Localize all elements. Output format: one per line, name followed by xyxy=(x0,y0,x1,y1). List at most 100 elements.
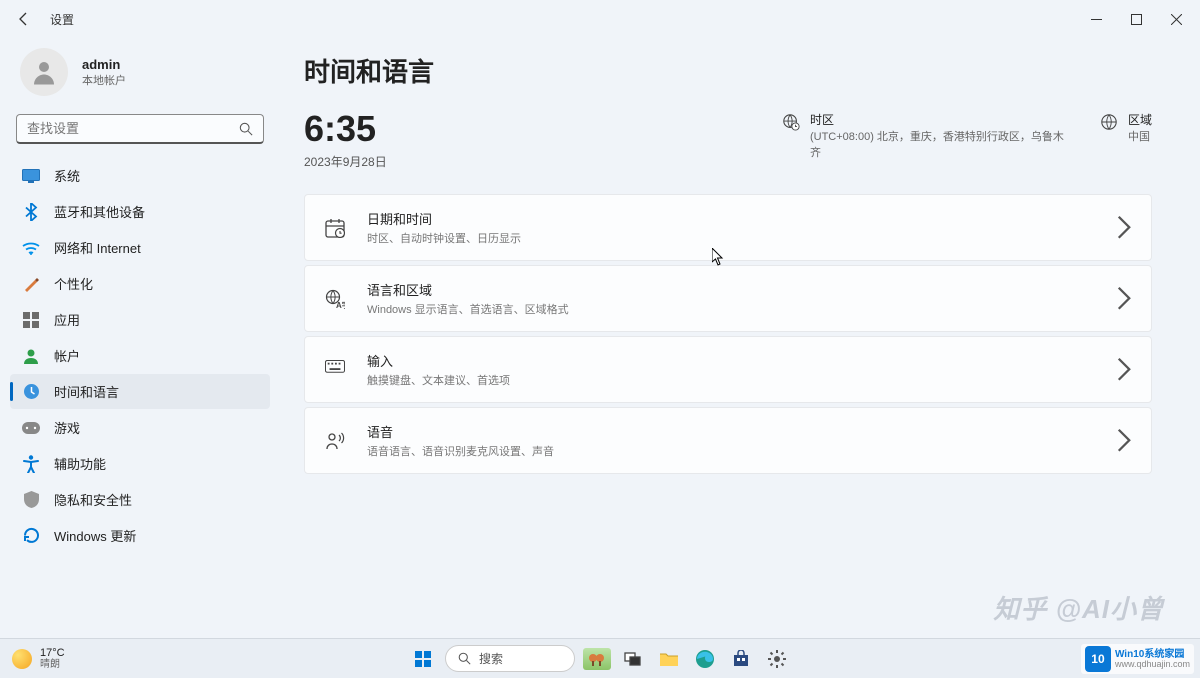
folder-icon xyxy=(659,650,679,668)
sun-icon xyxy=(12,649,32,669)
sidebar-item-network[interactable]: 网络和 Internet xyxy=(10,230,270,265)
sidebar-item-accessibility[interactable]: 辅助功能 xyxy=(10,446,270,481)
titlebar: 设置 xyxy=(0,0,1200,38)
card-title: 输入 xyxy=(367,351,1095,370)
apps-icon xyxy=(22,311,40,329)
card-date-time[interactable]: 日期和时间 时区、自动时钟设置、日历显示 xyxy=(304,194,1152,261)
card-speech[interactable]: 语音 语音语言、语音识别麦克风设置、声音 xyxy=(304,407,1152,474)
settings-button[interactable] xyxy=(763,645,791,673)
sidebar: admin 本地帐户 系统蓝牙和其他设备网络和 Internet 个性化应用帐户时… xyxy=(0,38,280,638)
sidebar-item-label: 应用 xyxy=(54,310,80,329)
accessibility-icon xyxy=(22,455,40,473)
sidebar-item-label: 网络和 Internet xyxy=(54,238,141,257)
page-title: 时间和语言 xyxy=(304,52,1152,89)
close-icon xyxy=(1171,14,1182,25)
sidebar-item-label: Windows 更新 xyxy=(54,526,136,545)
system-icon xyxy=(22,167,40,185)
card-typing[interactable]: 输入 触摸键盘、文本建议、首选项 xyxy=(304,336,1152,403)
sidebar-item-bluetooth[interactable]: 蓝牙和其他设备 xyxy=(10,194,270,229)
close-button[interactable] xyxy=(1156,3,1196,35)
sidebar-item-label: 游戏 xyxy=(54,418,80,437)
brand-url: www.qdhuajin.com xyxy=(1115,660,1190,670)
sidebar-item-update[interactable]: Windows 更新 xyxy=(10,518,270,553)
task-view-button[interactable] xyxy=(619,645,647,673)
weather-temp: 17°C xyxy=(40,647,65,659)
timezone-info[interactable]: 时区 (UTC+08:00) 北京，重庆，香港特别行政区，乌鲁木齐 xyxy=(782,111,1070,160)
edge-button[interactable] xyxy=(691,645,719,673)
back-arrow-icon xyxy=(16,11,32,27)
typing-icon xyxy=(325,360,345,380)
brand-logo-icon: 10 xyxy=(1085,646,1111,672)
current-date: 2023年9月28日 xyxy=(304,153,387,170)
search-icon xyxy=(458,652,471,665)
personalization-icon xyxy=(22,275,40,293)
profile-subtitle: 本地帐户 xyxy=(82,72,126,88)
sidebar-item-privacy[interactable]: 隐私和安全性 xyxy=(10,482,270,517)
card-language-region[interactable]: A字 语言和区域 Windows 显示语言、首选语言、区域格式 xyxy=(304,265,1152,332)
timezone-label: 时区 xyxy=(810,111,1070,128)
sidebar-item-label: 系统 xyxy=(54,166,80,185)
card-subtitle: 语音语言、语音识别麦克风设置、声音 xyxy=(367,443,1095,459)
weather-condition: 晴朗 xyxy=(40,659,65,670)
sidebar-item-label: 辅助功能 xyxy=(54,454,106,473)
current-time: 6:35 xyxy=(304,111,387,147)
chevron-right-icon xyxy=(1117,357,1131,382)
taskbar: 17°C 晴朗 搜索 xyxy=(0,638,1200,678)
main-content: 时间和语言 6:35 2023年9月28日 时区 (UTC+08:00) 北京，… xyxy=(280,38,1200,638)
card-subtitle: Windows 显示语言、首选语言、区域格式 xyxy=(367,301,1095,317)
search-input[interactable] xyxy=(27,121,239,136)
store-icon xyxy=(732,650,750,668)
search-icon xyxy=(239,122,253,136)
sidebar-item-label: 隐私和安全性 xyxy=(54,490,132,509)
watermark-brand: 10 Win10系统家园 www.qdhuajin.com xyxy=(1081,644,1194,674)
brand-name: Win10系统家园 xyxy=(1115,649,1190,660)
back-button[interactable] xyxy=(12,7,36,31)
profile-name: admin xyxy=(82,57,126,72)
chevron-right-icon xyxy=(1117,215,1131,240)
file-explorer-button[interactable] xyxy=(655,645,683,673)
region-info[interactable]: 区域 中国 xyxy=(1100,111,1152,144)
sidebar-item-label: 时间和语言 xyxy=(54,382,119,401)
taskbar-search[interactable]: 搜索 xyxy=(445,645,575,672)
sidebar-item-personalization[interactable]: 个性化 xyxy=(10,266,270,301)
maximize-icon xyxy=(1131,14,1142,25)
gear-icon xyxy=(767,649,787,669)
watermark-zhihu: 知乎 @AI小曾 xyxy=(993,589,1164,626)
network-icon xyxy=(22,239,40,257)
card-title: 语音 xyxy=(367,422,1095,441)
sidebar-item-apps[interactable]: 应用 xyxy=(10,302,270,337)
region-label: 区域 xyxy=(1128,111,1152,128)
nav-list: 系统蓝牙和其他设备网络和 Internet 个性化应用帐户时间和语言游戏辅助功能隐… xyxy=(10,158,270,553)
date-time-icon xyxy=(325,218,345,238)
store-button[interactable] xyxy=(727,645,755,673)
sidebar-item-label: 蓝牙和其他设备 xyxy=(54,202,145,221)
svg-text:A字: A字 xyxy=(336,300,345,309)
gaming-icon xyxy=(22,419,40,437)
globe-clock-icon xyxy=(782,113,800,131)
tree-icon xyxy=(587,651,607,667)
profile-block[interactable]: admin 本地帐户 xyxy=(10,38,270,114)
taskbar-widget[interactable] xyxy=(583,648,611,670)
region-value: 中国 xyxy=(1128,128,1152,144)
search-box[interactable] xyxy=(16,114,264,144)
sidebar-item-time-language[interactable]: 时间和语言 xyxy=(10,374,270,409)
clock-block: 6:35 2023年9月28日 xyxy=(304,111,387,170)
avatar xyxy=(20,48,68,96)
app-title: 设置 xyxy=(50,11,74,28)
taskbar-search-label: 搜索 xyxy=(479,650,503,667)
accounts-icon xyxy=(22,347,40,365)
maximize-button[interactable] xyxy=(1116,3,1156,35)
card-title: 语言和区域 xyxy=(367,280,1095,299)
sidebar-item-system[interactable]: 系统 xyxy=(10,158,270,193)
start-button[interactable] xyxy=(409,645,437,673)
taskbar-weather[interactable]: 17°C 晴朗 xyxy=(0,647,65,670)
sidebar-item-accounts[interactable]: 帐户 xyxy=(10,338,270,373)
speech-icon xyxy=(325,431,345,451)
sidebar-item-gaming[interactable]: 游戏 xyxy=(10,410,270,445)
minimize-icon xyxy=(1091,14,1102,25)
privacy-icon xyxy=(22,491,40,509)
minimize-button[interactable] xyxy=(1076,3,1116,35)
person-icon xyxy=(29,57,59,87)
windows-icon xyxy=(413,649,433,669)
edge-icon xyxy=(695,649,715,669)
